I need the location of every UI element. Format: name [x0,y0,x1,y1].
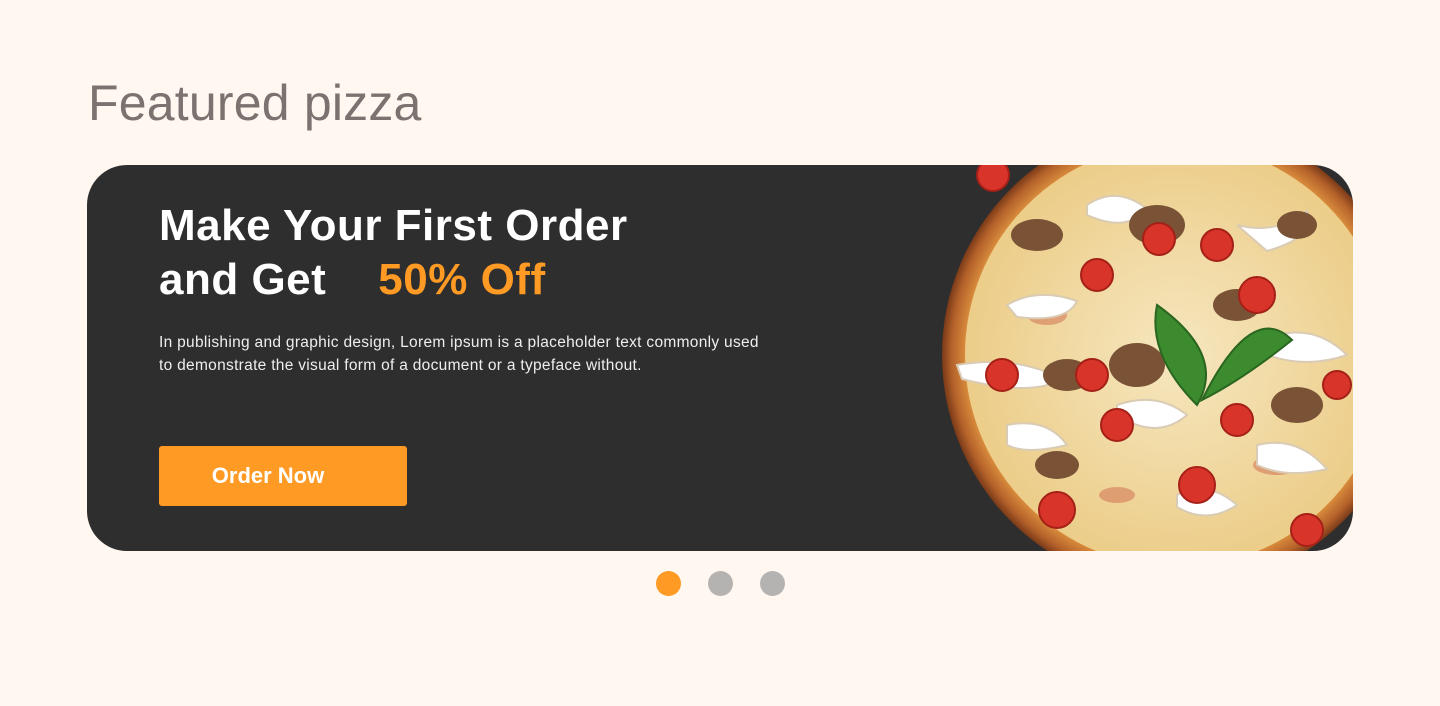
section-title: Featured pizza [88,75,422,131]
carousel-dot-2[interactable] [708,571,733,596]
headline-line-2: and Get 50% Off [159,253,628,307]
discount-highlight: 50% Off [378,255,546,304]
banner-description: In publishing and graphic design, Lorem … [159,334,759,374]
headline-line-2-text: and Get [159,255,327,304]
banner-headline: Make Your First Order and Get 50% Off [159,199,628,307]
carousel-dot-1[interactable] [656,571,681,596]
carousel-dot-3[interactable] [760,571,785,596]
promo-banner: Make Your First Order and Get 50% Off In … [87,165,1353,551]
headline-line-1: Make Your First Order [159,201,628,250]
pizza-image [857,165,1353,551]
carousel-indicators [656,571,785,596]
order-now-button[interactable]: Order Now [159,446,407,506]
